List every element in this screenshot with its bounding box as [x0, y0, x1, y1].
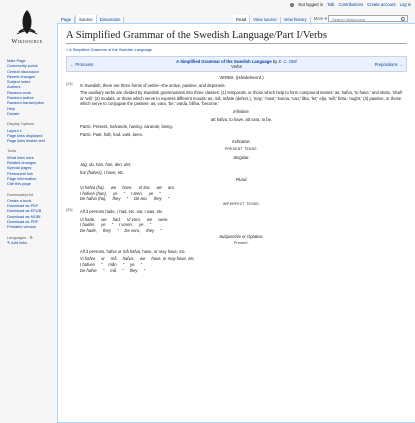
cell: ": [102, 267, 105, 273]
cell: ": [143, 267, 146, 273]
cell: De hafva (ha),: [80, 196, 107, 202]
add-links-label: Add links: [11, 239, 27, 245]
cell: they: [129, 267, 138, 273]
by-text: by: [272, 59, 278, 64]
cell: må: [110, 267, 117, 273]
plural-row: De hafve " må " they ": [80, 268, 403, 274]
present-tense-heading: PRESENT TENSE.: [224, 146, 259, 151]
page-title: A Simplified Grammar of the Swedish Lang…: [66, 30, 407, 44]
personal-tools: Not logged in Talk Contributions Create …: [290, 2, 411, 7]
cell: ": [126, 196, 128, 202]
cell: ": [167, 196, 170, 202]
participle-past: Partic. Past, haft, had. varit, been.: [80, 131, 144, 137]
page-text: VERBS. (Håndelseord.) In Swedish, there …: [80, 75, 403, 273]
subjunctive-heading: Subjunctive or Optative.: [219, 233, 264, 239]
cell: De voro,: [124, 228, 141, 234]
present-heading: Present.: [233, 241, 250, 246]
cell: are.: [167, 184, 176, 190]
talk-link[interactable]: Talk: [327, 2, 334, 7]
section-name: Verbs: [231, 64, 242, 69]
verbs-heading: VERBS. (Håndelseord.): [219, 75, 264, 80]
sidebar-link[interactable]: Page links beside text: [7, 138, 56, 143]
imperfect-heading: IMPERFECT TENSE.: [222, 201, 261, 206]
header-template: ← Pronouns A Simplified Grammar of the S…: [66, 56, 407, 72]
singular-line-2: har (hafver), I have, etc.: [80, 169, 125, 175]
main-content: A Simplified Grammar of the Swedish Lang…: [57, 23, 415, 423]
contributions-link[interactable]: Contributions: [338, 2, 363, 7]
user-icon: [290, 2, 295, 7]
sidebar-link[interactable]: Donate: [7, 111, 56, 116]
display-portal: Display Options Layout 1 Page links displ…: [0, 121, 56, 143]
gear-icon[interactable]: ⚙: [29, 235, 33, 240]
cell: were.: [158, 216, 169, 222]
display-heading: Display Options: [7, 121, 35, 127]
logo-wordmark: Wikisource: [11, 38, 43, 45]
cell: ye: [148, 190, 154, 196]
login-link[interactable]: Log in: [400, 2, 411, 7]
page-number[interactable]: [25]: [66, 207, 73, 212]
search-icon[interactable]: [401, 17, 405, 21]
prev-link[interactable]: ← Pronouns: [70, 62, 153, 67]
cell: they: [103, 228, 111, 234]
cell: ": [111, 222, 114, 228]
download-heading: Download/print: [7, 191, 33, 197]
cell: ": [116, 228, 119, 234]
breadcrumb[interactable]: < A Simplified Grammar of the Swedish La…: [66, 47, 152, 52]
subjunctive-singular: All 3 persons, hafve or må hafva, have, …: [80, 248, 186, 254]
download-portal: Download/print Create a book Download as …: [0, 192, 56, 230]
not-logged-in: Not logged in: [298, 2, 324, 7]
infinitive-line: att hafva, to have. att vara, to be.: [210, 116, 273, 122]
next-link[interactable]: Prepositions →: [320, 62, 403, 67]
logo-icon: [15, 8, 39, 36]
wikisource-logo[interactable]: Wikisource: [4, 8, 50, 60]
cell: they: [112, 196, 121, 202]
add-links[interactable]: ✎ Add links: [7, 240, 56, 245]
languages-portal: Languages ⚙ ✎ Add links: [0, 235, 56, 246]
cell: De hafve: [80, 267, 97, 273]
intro-paragraph: In Swedish, there are three forms of ver…: [80, 82, 226, 88]
cell: they: [153, 196, 162, 202]
nav-portal: Main Page Community portal Central discuss…: [0, 58, 56, 116]
cell: they: [146, 228, 155, 234]
auxiliary-paragraph: The auxiliary verbs are divided by Swedi…: [80, 90, 403, 107]
cell: De hade,: [80, 228, 97, 234]
more-label: More: [313, 16, 324, 21]
work-title-link[interactable]: A Simplified Grammar of the Swedish Lang…: [176, 59, 271, 64]
participle-present: Partic. Present, hafvande, having. varan…: [80, 124, 173, 130]
author-link[interactable]: E. C. Otté: [278, 59, 296, 64]
tools-heading: Tools: [7, 148, 17, 154]
chevron-down-icon: ▾: [324, 16, 327, 21]
sidebar-link[interactable]: Printable version: [7, 224, 56, 229]
cell: ": [140, 262, 143, 268]
cell: ": [160, 228, 162, 234]
sidebar: Main Page Community portal Central discuss…: [0, 58, 56, 250]
singular-heading: Singular.: [233, 154, 250, 160]
infinitive-heading: Infinitive.: [233, 108, 250, 114]
cell: ": [122, 267, 124, 273]
singular-line-1: Jag, du, han, hon, den, det,: [80, 162, 131, 168]
tools-portal: Tools What links here Related changes Spec…: [0, 148, 56, 186]
search-input[interactable]: Search Wikisource: [328, 15, 408, 22]
imperfect-singular: All 3 persons hade, I had, etc. var, I w…: [80, 209, 164, 215]
cell: have, or may have, etc.: [151, 256, 195, 262]
sidebar-link[interactable]: Cite this page: [7, 181, 56, 186]
plural-heading: Plural.: [235, 177, 248, 183]
cell: ": [123, 190, 125, 196]
page-number[interactable]: [24]: [66, 81, 73, 86]
indicative-heading: Indicative.: [232, 139, 251, 145]
cell: De äro,: [133, 196, 148, 202]
create-account-link[interactable]: Create account: [367, 2, 395, 7]
search-placeholder: Search Wikisource: [332, 17, 366, 22]
